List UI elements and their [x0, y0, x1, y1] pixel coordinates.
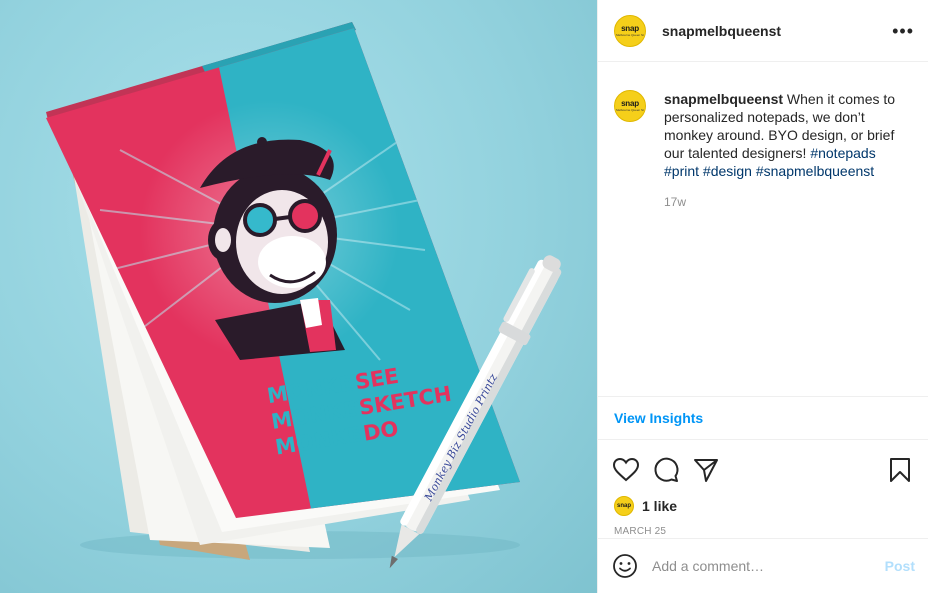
insights-row: View Insights: [598, 397, 928, 440]
caption: snapmelbqueenst When it comes to persona…: [664, 90, 912, 180]
avatar-brand-text: snap: [621, 23, 639, 33]
hashtag-notepads[interactable]: #notepads: [810, 145, 875, 161]
notepad-cover: MONKEY SEE MONKEY SKETCH MONKEY DO: [46, 28, 520, 518]
heart-icon[interactable]: [612, 456, 640, 484]
hashtag-print[interactable]: #print: [664, 163, 699, 179]
notepad-illustration: MONKEY SEE MONKEY SKETCH MONKEY DO Monke…: [46, 22, 562, 569]
avatar-brand-text: snap: [621, 99, 639, 108]
emoji-icon[interactable]: [612, 553, 638, 579]
action-bar: [598, 440, 928, 488]
view-insights-link[interactable]: View Insights: [614, 410, 703, 426]
post-sidebar: snap Melbourne Queen St snapmelbqueenst …: [597, 0, 928, 593]
monkey-illustration: [200, 137, 345, 360]
share-icon[interactable]: [692, 456, 720, 484]
liker-avatar-text: snap: [616, 503, 631, 509]
avatar[interactable]: snap Melbourne Queen St: [614, 14, 646, 47]
avatar-sub-text: Melbourne Queen St: [616, 108, 644, 112]
comment-icon[interactable]: [652, 456, 680, 484]
hashtag-design[interactable]: #design: [703, 163, 752, 179]
likes-row: snap 1 like: [598, 488, 928, 516]
comment-input[interactable]: [652, 558, 885, 574]
comments-section: snap Melbourne Queen St snapmelbqueenst …: [598, 62, 928, 397]
caption-username[interactable]: snapmelbqueenst: [664, 91, 783, 107]
post-comment-button[interactable]: Post: [885, 558, 915, 574]
post-header: snap Melbourne Queen St snapmelbqueenst …: [598, 0, 928, 62]
post-image[interactable]: MONKEY SEE MONKEY SKETCH MONKEY DO Monke…: [0, 0, 597, 593]
liker-avatar[interactable]: snap: [614, 496, 634, 516]
caption-time-ago[interactable]: 17w: [664, 195, 912, 209]
add-comment-bar: Post: [598, 538, 928, 593]
bookmark-icon[interactable]: [886, 456, 914, 484]
likes-count[interactable]: 1 like: [642, 498, 677, 514]
header-username[interactable]: snapmelbqueenst: [662, 23, 781, 39]
hashtag-snapmelbqueenst[interactable]: #snapmelbqueenst: [756, 163, 874, 179]
avatar-sub-text: Melbourne Queen St: [616, 32, 644, 37]
more-icon[interactable]: •••: [892, 22, 914, 40]
caption-avatar[interactable]: snap Melbourne Queen St: [614, 90, 646, 122]
caption-row: snap Melbourne Queen St snapmelbqueenst …: [614, 90, 912, 180]
